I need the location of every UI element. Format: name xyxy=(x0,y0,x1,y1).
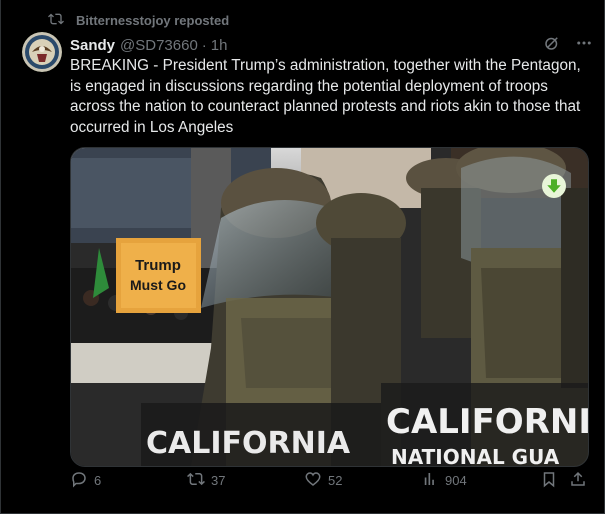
download-arrow-icon[interactable] xyxy=(542,174,566,198)
like-count: 52 xyxy=(328,472,343,488)
post-image[interactable]: Trump Must Go CALIFORNIA CALIFORNIA NATI… xyxy=(70,147,589,467)
bookmark-icon xyxy=(540,470,564,491)
shield-label-right: CALIFORNIA xyxy=(386,402,588,442)
repost-icon xyxy=(48,11,76,30)
like-button[interactable]: 52 xyxy=(304,470,342,491)
repost-button[interactable]: 37 xyxy=(187,470,225,491)
separator-dot: · xyxy=(201,36,207,54)
grok-icon[interactable] xyxy=(543,34,561,56)
heart-icon xyxy=(304,470,328,491)
analytics-icon xyxy=(421,470,445,491)
bookmark-button[interactable] xyxy=(540,470,564,491)
reply-icon xyxy=(70,470,94,491)
protest-sign-line1: Trump xyxy=(135,257,181,274)
repost-indicator[interactable]: Bitternesstojoy reposted xyxy=(48,11,229,30)
repost-count: 37 xyxy=(211,472,226,488)
timeline-border-left xyxy=(0,0,1,514)
reply-button[interactable]: 6 xyxy=(70,470,101,491)
more-options-icon[interactable] xyxy=(575,34,593,56)
national-guard-photo: Trump Must Go CALIFORNIA CALIFORNIA NATI… xyxy=(71,148,588,466)
shield-label-right-sub: NATIONAL GUA xyxy=(391,445,560,466)
share-button[interactable] xyxy=(569,470,593,491)
post-text: BREAKING - President Trump’s administrat… xyxy=(70,57,581,136)
author-name[interactable]: Sandy xyxy=(70,37,115,54)
views-count: 904 xyxy=(445,472,467,488)
eagle-seal-avatar xyxy=(22,32,62,72)
reply-count: 6 xyxy=(94,472,102,488)
protest-sign-line2: Must Go xyxy=(130,277,186,293)
repost-label: Bitternesstojoy reposted xyxy=(76,13,230,28)
views-button[interactable]: 904 xyxy=(421,470,467,491)
share-icon xyxy=(569,470,593,491)
author-handle[interactable]: @SD73660 xyxy=(120,37,198,54)
post-timestamp[interactable]: 1h xyxy=(211,37,228,54)
repost-action-icon xyxy=(187,470,211,491)
post-header: Sandy @SD73660 · 1h xyxy=(70,34,593,56)
shield-label-left: CALIFORNIA xyxy=(146,426,351,461)
avatar[interactable] xyxy=(22,32,62,72)
